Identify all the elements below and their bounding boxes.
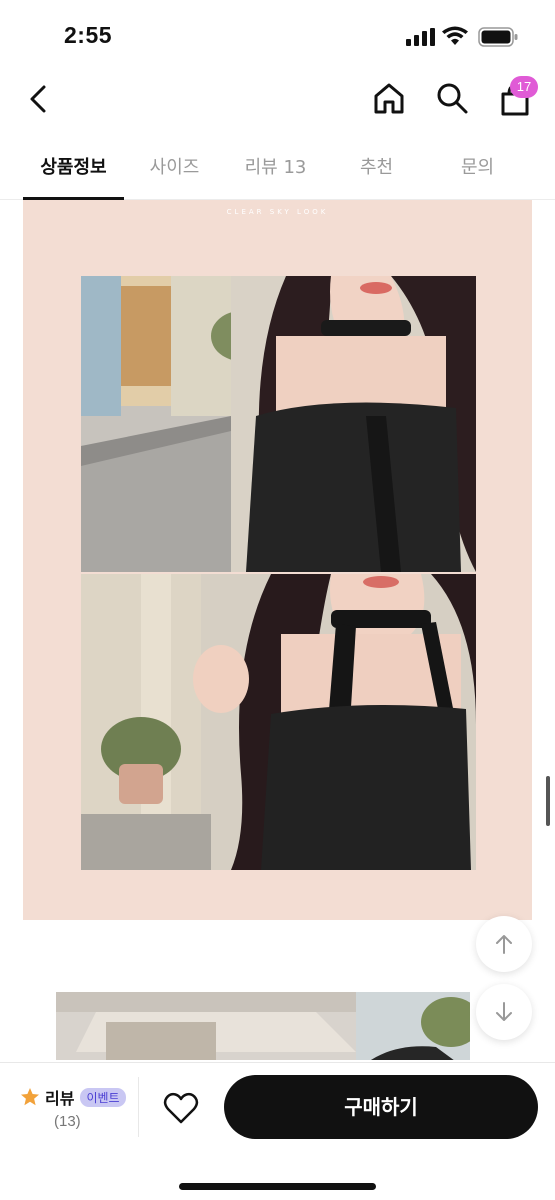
tab-size[interactable]: 사이즈: [124, 140, 225, 199]
top-nav: 17: [0, 70, 555, 130]
signal-icon: [406, 28, 435, 46]
scroll-indicator[interactable]: [546, 776, 550, 826]
tab-inquiry[interactable]: 문의: [427, 140, 528, 199]
wifi-icon: [442, 26, 468, 45]
status-bar: 2:55: [0, 0, 555, 70]
search-icon[interactable]: [434, 80, 470, 116]
product-photo-3: [56, 992, 470, 1060]
tab-recommend[interactable]: 추천: [326, 140, 427, 199]
panel-caption: CLEAR SKY LOOK: [226, 208, 329, 216]
home-icon[interactable]: [371, 80, 407, 116]
arrow-down-icon: [496, 1002, 512, 1021]
product-detail-content[interactable]: CLEAR SKY LOOK: [0, 200, 555, 1060]
buy-button[interactable]: 구매하기: [224, 1075, 538, 1139]
heart-icon[interactable]: [163, 1091, 199, 1125]
review-label: 리뷰: [45, 1089, 75, 1108]
tab-reviews[interactable]: 리뷰 13: [225, 140, 326, 199]
status-time: 2:55: [64, 22, 113, 48]
home-indicator: [179, 1183, 376, 1190]
review-summary[interactable]: 리뷰 이벤트: [20, 1085, 126, 1109]
product-photo-2: [81, 574, 476, 870]
bottom-divider: [138, 1077, 139, 1137]
scroll-top-button[interactable]: [476, 916, 532, 972]
product-tabs: 상품정보 사이즈 리뷰 13 추천 문의: [0, 140, 555, 200]
battery-icon: [478, 27, 518, 47]
scroll-bottom-button[interactable]: [476, 984, 532, 1040]
star-icon: [21, 1088, 39, 1106]
cart-count-badge: 17: [510, 76, 538, 98]
event-badge: 이벤트: [80, 1087, 126, 1107]
bottom-bar: 리뷰 이벤트 (13) 구매하기: [0, 1062, 555, 1200]
back-icon[interactable]: [24, 82, 54, 116]
review-count: (13): [54, 1113, 81, 1130]
tab-product-info[interactable]: 상품정보: [23, 140, 124, 200]
product-detail-panel: CLEAR SKY LOOK: [23, 200, 532, 920]
product-photo-1: [81, 276, 476, 572]
arrow-up-icon: [496, 935, 512, 954]
